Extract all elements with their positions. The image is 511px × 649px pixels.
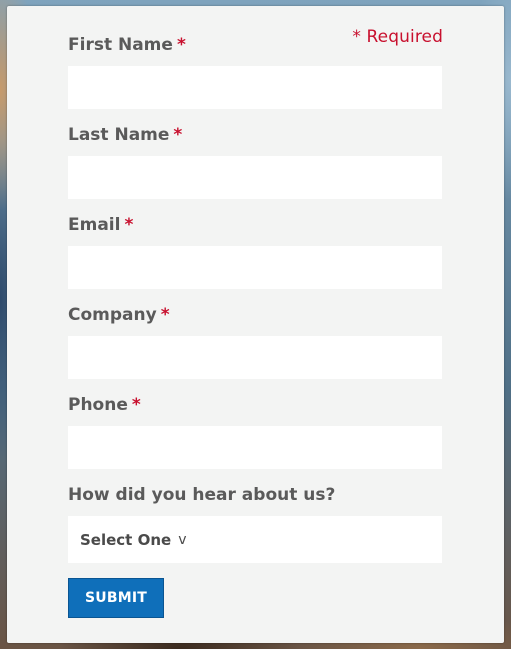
- company-label: Company *: [68, 303, 442, 327]
- email-field: Email *: [68, 213, 442, 289]
- first-name-label-text: First Name: [68, 35, 173, 55]
- contact-form: * Required First Name * Last Name * Email *…: [7, 6, 504, 643]
- phone-label: Phone *: [68, 393, 442, 417]
- referral-source-label: How did you hear about us?: [68, 485, 336, 505]
- company-field: Company *: [68, 303, 442, 379]
- required-asterisk: *: [124, 215, 134, 235]
- referral-source-field: How did you hear about us? Select One v: [68, 483, 442, 563]
- required-asterisk: *: [131, 395, 141, 415]
- phone-label-text: Phone: [68, 395, 128, 415]
- referral-source-selected-value: Select One: [80, 530, 172, 549]
- required-asterisk: *: [176, 35, 186, 55]
- phone-input[interactable]: [68, 426, 442, 469]
- last-name-input[interactable]: [68, 156, 442, 199]
- first-name-input[interactable]: [68, 66, 442, 109]
- first-name-field: First Name *: [68, 33, 442, 109]
- referral-source-select[interactable]: Select One v: [68, 516, 442, 563]
- email-label: Email *: [68, 213, 442, 237]
- required-asterisk: *: [173, 125, 183, 145]
- email-input[interactable]: [68, 246, 442, 289]
- email-label-text: Email: [68, 215, 121, 235]
- last-name-label: Last Name *: [68, 123, 442, 147]
- first-name-label: First Name *: [68, 33, 442, 57]
- last-name-field: Last Name *: [68, 123, 442, 199]
- phone-field: Phone *: [68, 393, 442, 469]
- company-input[interactable]: [68, 336, 442, 379]
- submit-button[interactable]: SUBMIT: [68, 578, 164, 618]
- last-name-label-text: Last Name: [68, 125, 170, 145]
- chevron-down-icon: v: [178, 531, 187, 548]
- required-asterisk: *: [160, 305, 170, 325]
- company-label-text: Company: [68, 305, 157, 325]
